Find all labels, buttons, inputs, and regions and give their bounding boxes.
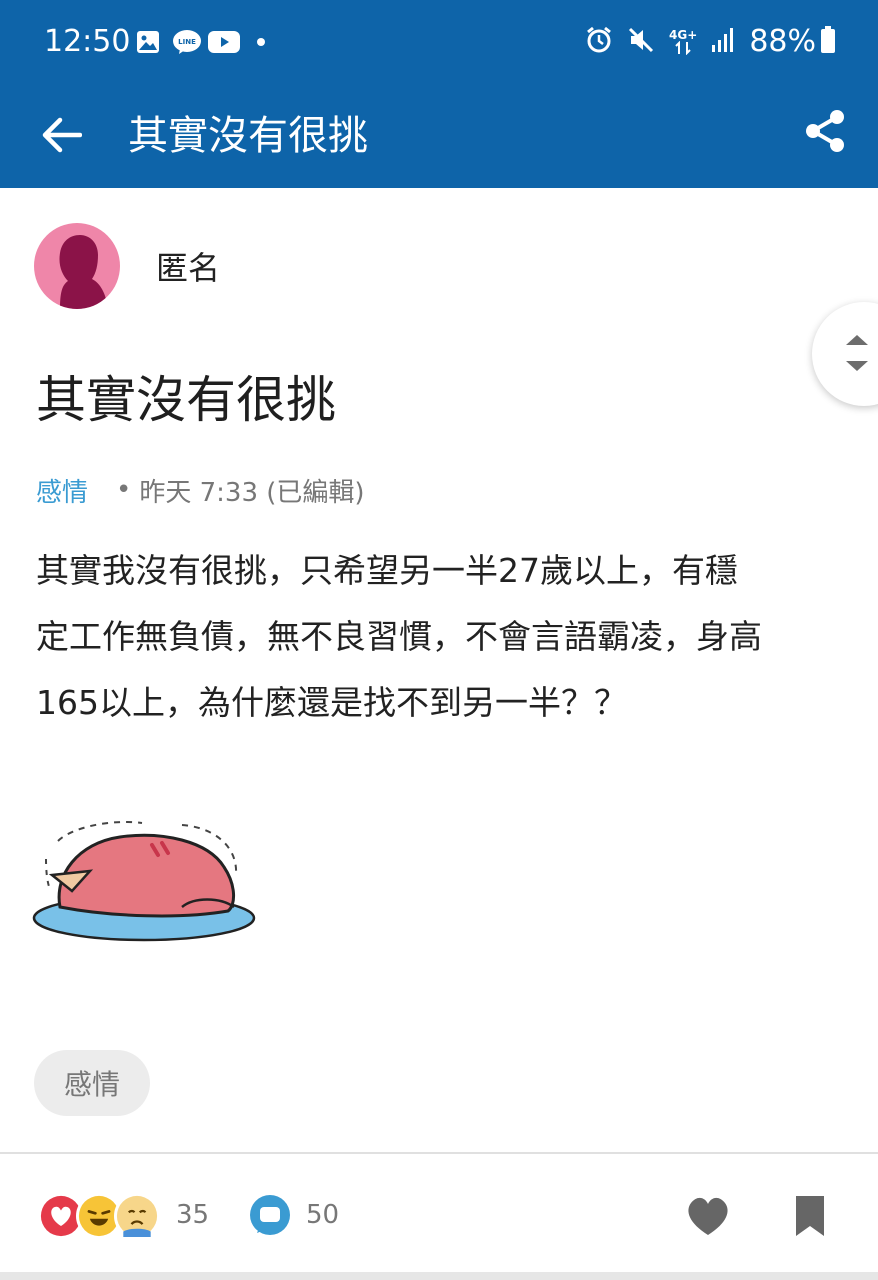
comment-button[interactable] xyxy=(246,1192,294,1240)
battery-percent: 88% xyxy=(749,24,816,59)
bookmark-icon xyxy=(796,1196,824,1236)
heart-icon xyxy=(688,1197,728,1235)
share-button[interactable] xyxy=(800,106,850,156)
reaction-count: 35 xyxy=(176,1200,210,1230)
youtube-icon xyxy=(208,26,240,58)
status-time: 12:50 xyxy=(44,24,131,59)
back-button[interactable] xyxy=(36,110,86,160)
scroll-up-down-icon xyxy=(846,335,868,371)
post-body: 其實我沒有很挑，只希望另一半27歲以上，有穩 定工作無負債，無不良習慣，不會言語… xyxy=(36,538,842,736)
page-title: 其實沒有很挑 xyxy=(128,113,368,159)
app-bar: 其實沒有很挑 xyxy=(0,84,878,188)
comment-count: 50 xyxy=(306,1200,340,1230)
body-line: 其實我沒有很挑，只希望另一半27歲以上，有穩 xyxy=(36,551,738,590)
signal-icon xyxy=(711,27,735,57)
line-icon: LINE xyxy=(172,26,202,58)
female-silhouette-icon xyxy=(59,235,108,309)
body-line: 165以上，為什麼還是找不到另一半？？ xyxy=(36,683,627,722)
arrow-left-icon xyxy=(42,117,82,153)
melting-creature-sticker xyxy=(32,815,262,955)
post-title: 其實沒有很挑 xyxy=(36,371,336,429)
alarm-icon xyxy=(585,26,613,58)
scroll-handle[interactable] xyxy=(812,302,878,406)
svg-text:LINE: LINE xyxy=(178,38,196,46)
body-line: 定工作無負債，無不良習慣，不會言語霸凌，身高 xyxy=(36,617,762,656)
meta-separator: • xyxy=(116,475,132,505)
post-timestamp: 昨天 7:33 (已編輯) xyxy=(139,477,365,508)
comment-bubble-icon xyxy=(250,1195,290,1235)
avatar[interactable] xyxy=(34,223,120,309)
cry-reaction-icon xyxy=(114,1193,160,1239)
nav-edge xyxy=(0,1272,878,1280)
status-bar: 12:50 LINE 4G+ 88% xyxy=(0,0,878,84)
like-button[interactable] xyxy=(684,1192,732,1240)
author-name[interactable]: 匿名 xyxy=(156,248,220,288)
post-meta: 感情 • 昨天 7:33 (已編輯) xyxy=(36,472,365,508)
forum-link[interactable]: 感情 xyxy=(36,472,88,509)
share-icon xyxy=(806,110,844,152)
bookmark-button[interactable] xyxy=(788,1192,832,1240)
battery-icon xyxy=(820,26,836,58)
topic-tag[interactable]: 感情 xyxy=(34,1050,150,1116)
dot-icon xyxy=(256,26,266,58)
mute-icon xyxy=(627,26,655,58)
reaction-summary[interactable] xyxy=(38,1192,160,1240)
bottom-action-bar: 35 50 xyxy=(0,1154,878,1272)
gallery-icon xyxy=(136,26,160,58)
network-icon: 4G+ xyxy=(669,29,697,55)
